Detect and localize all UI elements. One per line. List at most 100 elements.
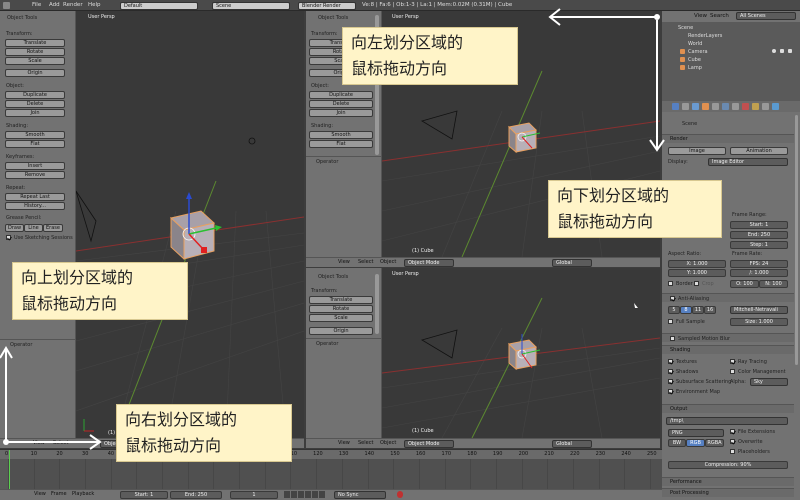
properties-scrollbar[interactable]	[795, 115, 798, 365]
visibility-eye-icon[interactable]	[772, 49, 776, 53]
display-select[interactable]: Image Editor	[708, 158, 788, 166]
outliner-search-menu[interactable]: Search	[710, 13, 729, 19]
scale-button[interactable]: Scale	[5, 57, 65, 65]
crop-checkbox[interactable]	[694, 281, 699, 286]
particles-tab-icon[interactable]	[762, 103, 769, 110]
delete-button-mid-top[interactable]: Delete	[309, 100, 373, 108]
record-icon[interactable]	[397, 491, 403, 498]
smooth-button-mid-top[interactable]: Smooth	[309, 131, 373, 139]
time-old-field[interactable]: O: 100	[730, 280, 759, 288]
frame-start-field[interactable]: Start: 1	[730, 221, 788, 229]
outliner-filter-select[interactable]: All Scenes	[736, 12, 796, 20]
header-object-mid-top[interactable]: Object	[380, 259, 396, 265]
aa-samples-16[interactable]: 16	[704, 306, 716, 314]
color-bw-button[interactable]: BW	[668, 439, 686, 447]
info-editor-icon[interactable]	[3, 2, 10, 9]
timeline-frame-menu[interactable]: Frame	[51, 491, 67, 497]
remove-keyframe-button[interactable]: Remove	[5, 171, 65, 179]
scene-select[interactable]: Scene	[212, 2, 290, 10]
anti-aliasing-checkbox[interactable]	[670, 296, 675, 301]
ray-tracing-checkbox[interactable]	[730, 359, 735, 364]
prev-key-icon[interactable]	[291, 491, 297, 498]
output-panel-header[interactable]: Output	[662, 404, 794, 413]
line-button[interactable]: Line	[24, 224, 43, 232]
mode-select-mid-bot[interactable]: Object Mode	[404, 440, 454, 448]
outliner-item-world[interactable]: World	[688, 41, 702, 47]
aa-filter-select[interactable]: Mitchell-Netravali	[730, 306, 788, 314]
draw-button[interactable]: Draw	[5, 224, 24, 232]
timeline-playback-menu[interactable]: Playback	[72, 491, 94, 497]
time-new-field[interactable]: N: 100	[759, 280, 788, 288]
header-view-left[interactable]: View	[33, 440, 45, 446]
outliner-view-menu[interactable]: View	[694, 13, 707, 19]
select-arrow-icon[interactable]	[780, 49, 784, 53]
fps-field[interactable]: FPS: 24	[730, 260, 788, 268]
aa-samples-8[interactable]: 8	[680, 306, 692, 314]
render-animation-button[interactable]: Animation	[730, 147, 788, 155]
menu-add[interactable]: Add	[49, 2, 60, 8]
object-tab-icon[interactable]	[702, 103, 709, 110]
outliner-item-cube[interactable]: Cube	[688, 57, 701, 63]
operator-panel-mid-top[interactable]: Operator	[306, 156, 382, 165]
duplicate-button-mid-top[interactable]: Duplicate	[309, 91, 373, 99]
fps-base-field[interactable]: /: 1.000	[730, 269, 788, 277]
timeline-end-field[interactable]: End: 250	[170, 491, 222, 499]
timeline-view-menu[interactable]: View	[34, 491, 46, 497]
aspect-x-field[interactable]: X: 1.000	[668, 260, 726, 268]
aa-samples-11[interactable]: 11	[692, 306, 704, 314]
file-format-select[interactable]: PNG	[668, 429, 724, 437]
mode-select-mid-top[interactable]: Object Mode	[404, 259, 454, 267]
color-management-checkbox[interactable]	[730, 369, 735, 374]
insert-keyframe-button[interactable]: Insert	[5, 162, 65, 170]
erase-button[interactable]: Erase	[43, 224, 63, 232]
duplicate-button[interactable]: Duplicate	[5, 91, 65, 99]
sketching-checkbox[interactable]	[6, 235, 11, 240]
render-image-button[interactable]: Image	[668, 147, 726, 155]
aspect-y-field[interactable]: Y: 1.000	[668, 269, 726, 277]
color-rgb-button[interactable]: RGB	[686, 439, 705, 447]
scale-button-mid-bot[interactable]: Scale	[309, 314, 373, 322]
viewport-mid-bot[interactable]: User Persp (1) Cube	[382, 268, 660, 438]
outliner-item-lamp[interactable]: Lamp	[688, 65, 702, 71]
full-sample-checkbox[interactable]	[668, 319, 673, 324]
data-tab-icon[interactable]	[732, 103, 739, 110]
skip-start-icon[interactable]	[284, 491, 290, 498]
history-button[interactable]: History...	[5, 202, 65, 210]
flat-button[interactable]: Flat	[5, 140, 65, 148]
world-tab-icon[interactable]	[692, 103, 699, 110]
flat-button-mid-top[interactable]: Flat	[309, 140, 373, 148]
frame-end-field[interactable]: End: 250	[730, 231, 788, 239]
env-map-checkbox[interactable]	[668, 389, 673, 394]
layout-select[interactable]: Default	[120, 2, 198, 10]
render-tab-icon[interactable]	[672, 103, 679, 110]
aa-samples-5[interactable]: 5	[668, 306, 680, 314]
translate-button-mid-bot[interactable]: Translate	[309, 296, 373, 304]
current-frame-line[interactable]	[9, 450, 10, 490]
render-camera-icon[interactable]	[788, 49, 792, 53]
anti-aliasing-panel-header[interactable]: Anti-Aliasing	[662, 293, 794, 302]
translate-button[interactable]: Translate	[5, 39, 65, 47]
header-view-mid-bot[interactable]: View	[338, 440, 350, 446]
orientation-select-mid-top[interactable]: Global	[552, 259, 592, 267]
sync-select[interactable]: No Sync	[334, 491, 386, 499]
outliner-item-scene[interactable]: Scene	[678, 25, 693, 31]
orientation-select-mid-bot[interactable]: Global	[552, 440, 592, 448]
modifier-tab-icon[interactable]	[722, 103, 729, 110]
aa-size-field[interactable]: Size: 1.000	[730, 318, 788, 326]
material-tab-icon[interactable]	[742, 103, 749, 110]
color-rgba-button[interactable]: RGBA	[705, 439, 724, 447]
play-reverse-icon[interactable]	[298, 491, 304, 498]
header-object-mid-bot[interactable]: Object	[380, 440, 396, 446]
border-checkbox[interactable]	[668, 281, 673, 286]
scrollbar-mid-bot[interactable]	[375, 274, 379, 334]
operator-panel-left[interactable]: Operator	[0, 339, 76, 348]
menu-file[interactable]: File	[32, 2, 41, 8]
repeat-last-button[interactable]: Repeat Last	[5, 193, 65, 201]
header-select-left[interactable]: Select	[53, 440, 68, 446]
join-button-mid-top[interactable]: Join	[309, 109, 373, 117]
motion-blur-panel-header[interactable]: Sampled Motion Blur	[662, 333, 794, 342]
render-panel-header[interactable]: Render	[662, 134, 794, 143]
motion-blur-checkbox[interactable]	[670, 336, 675, 341]
delete-button[interactable]: Delete	[5, 100, 65, 108]
compression-slider[interactable]: Compression: 90%	[668, 461, 788, 469]
